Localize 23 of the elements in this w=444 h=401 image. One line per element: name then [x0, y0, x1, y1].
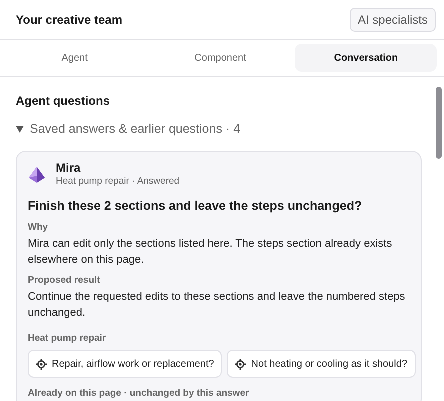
triangle-icon	[16, 126, 24, 132]
disclosure-toggle[interactable]: Saved answers & earlier questions · 4	[16, 121, 241, 137]
ai-specialists-button[interactable]: AI specialists	[350, 8, 436, 32]
field-text: Continue the requested edits to these sections and leave the numbered steps unchanged.	[28, 290, 406, 321]
agent-status: Heat pump repair · Answered	[56, 175, 180, 188]
tab[interactable]: Conversation	[295, 44, 438, 72]
field-label: Why	[28, 221, 50, 234]
gem-avatar-icon	[28, 166, 46, 184]
group-label: Heat pump repair	[28, 332, 108, 345]
field-label: Proposed result	[28, 274, 102, 287]
field-label: Already on this page · unchanged by this answer	[28, 387, 250, 400]
tab[interactable]: Component	[150, 44, 292, 72]
question-text: Finish these 2 sections and leave the steps unchanged?	[28, 198, 364, 215]
topic-chip[interactable]: Not heating or cooling as it should?	[227, 350, 416, 378]
agent-name: Mira	[56, 161, 82, 175]
target-icon	[235, 358, 246, 370]
scrollbar-thumb[interactable]	[436, 87, 442, 159]
tab[interactable]: Agent	[4, 44, 146, 72]
panel-title: Your creative team	[16, 12, 122, 26]
target-icon	[36, 358, 47, 370]
topic-chip[interactable]: Repair, airflow work or replacement?	[28, 350, 222, 378]
field-text: Mira can edit only the sections listed here. The steps section already exists elsewhere on this page.	[28, 237, 394, 268]
section-heading: Agent questions	[16, 93, 112, 109]
